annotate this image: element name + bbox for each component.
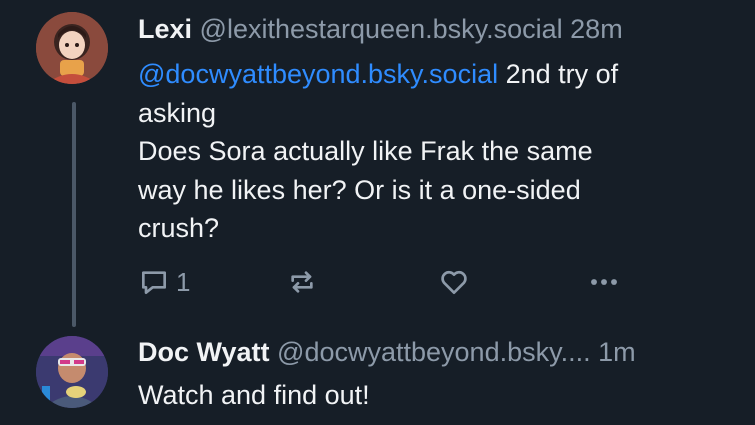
post-header: Doc Wyatt @docwyattbeyond.bsky.... 1m bbox=[138, 335, 636, 369]
like-button[interactable] bbox=[438, 262, 470, 302]
post-doc-wyatt[interactable]: Doc Wyatt @docwyattbeyond.bsky.... 1m Wa… bbox=[0, 330, 755, 425]
timestamp[interactable]: 28m bbox=[570, 14, 623, 44]
timestamp[interactable]: 1m bbox=[598, 337, 636, 367]
post-text: Watch and find out! bbox=[138, 376, 738, 415]
post-lexi[interactable]: Lexi @lexithestarqueen.bsky.social 28m @… bbox=[0, 0, 755, 330]
repost-icon bbox=[291, 271, 313, 293]
post-text-line: way he likes her? Or is it a one-sided bbox=[138, 174, 581, 205]
post-header: Lexi @lexithestarqueen.bsky.social 28m bbox=[138, 12, 623, 46]
post-text-line: Watch and find out! bbox=[138, 380, 370, 410]
post-text-line: 2nd try of bbox=[498, 59, 619, 89]
display-name[interactable]: Doc Wyatt bbox=[138, 337, 270, 367]
user-handle[interactable]: @docwyattbeyond.bsky.... bbox=[277, 337, 591, 367]
user-handle[interactable]: @lexithestarqueen.bsky.social bbox=[200, 14, 563, 44]
avatar-lexi[interactable] bbox=[36, 12, 108, 84]
post-text-line: Does Sora actually like Frak the same bbox=[138, 136, 593, 166]
reply-button[interactable]: 1 bbox=[138, 262, 190, 302]
post-text: @docwyattbeyond.bsky.social 2nd try of a… bbox=[138, 55, 738, 248]
post-text-line: crush? bbox=[138, 213, 220, 243]
avatar-image bbox=[36, 336, 108, 408]
more-icon bbox=[591, 279, 617, 285]
reply-icon bbox=[142, 271, 166, 294]
more-options-button[interactable] bbox=[586, 262, 622, 302]
post-actions: 1 bbox=[138, 262, 638, 302]
mention-link[interactable]: @docwyattbeyond.bsky.social bbox=[138, 59, 498, 89]
avatar-doc-wyatt[interactable] bbox=[36, 336, 108, 408]
thread-line bbox=[72, 102, 76, 327]
avatar-image bbox=[36, 12, 108, 84]
repost-button[interactable] bbox=[286, 262, 318, 302]
reply-count: 1 bbox=[176, 266, 191, 297]
display-name[interactable]: Lexi bbox=[138, 14, 192, 44]
like-icon bbox=[441, 270, 467, 294]
post-text-line: asking bbox=[138, 97, 217, 128]
